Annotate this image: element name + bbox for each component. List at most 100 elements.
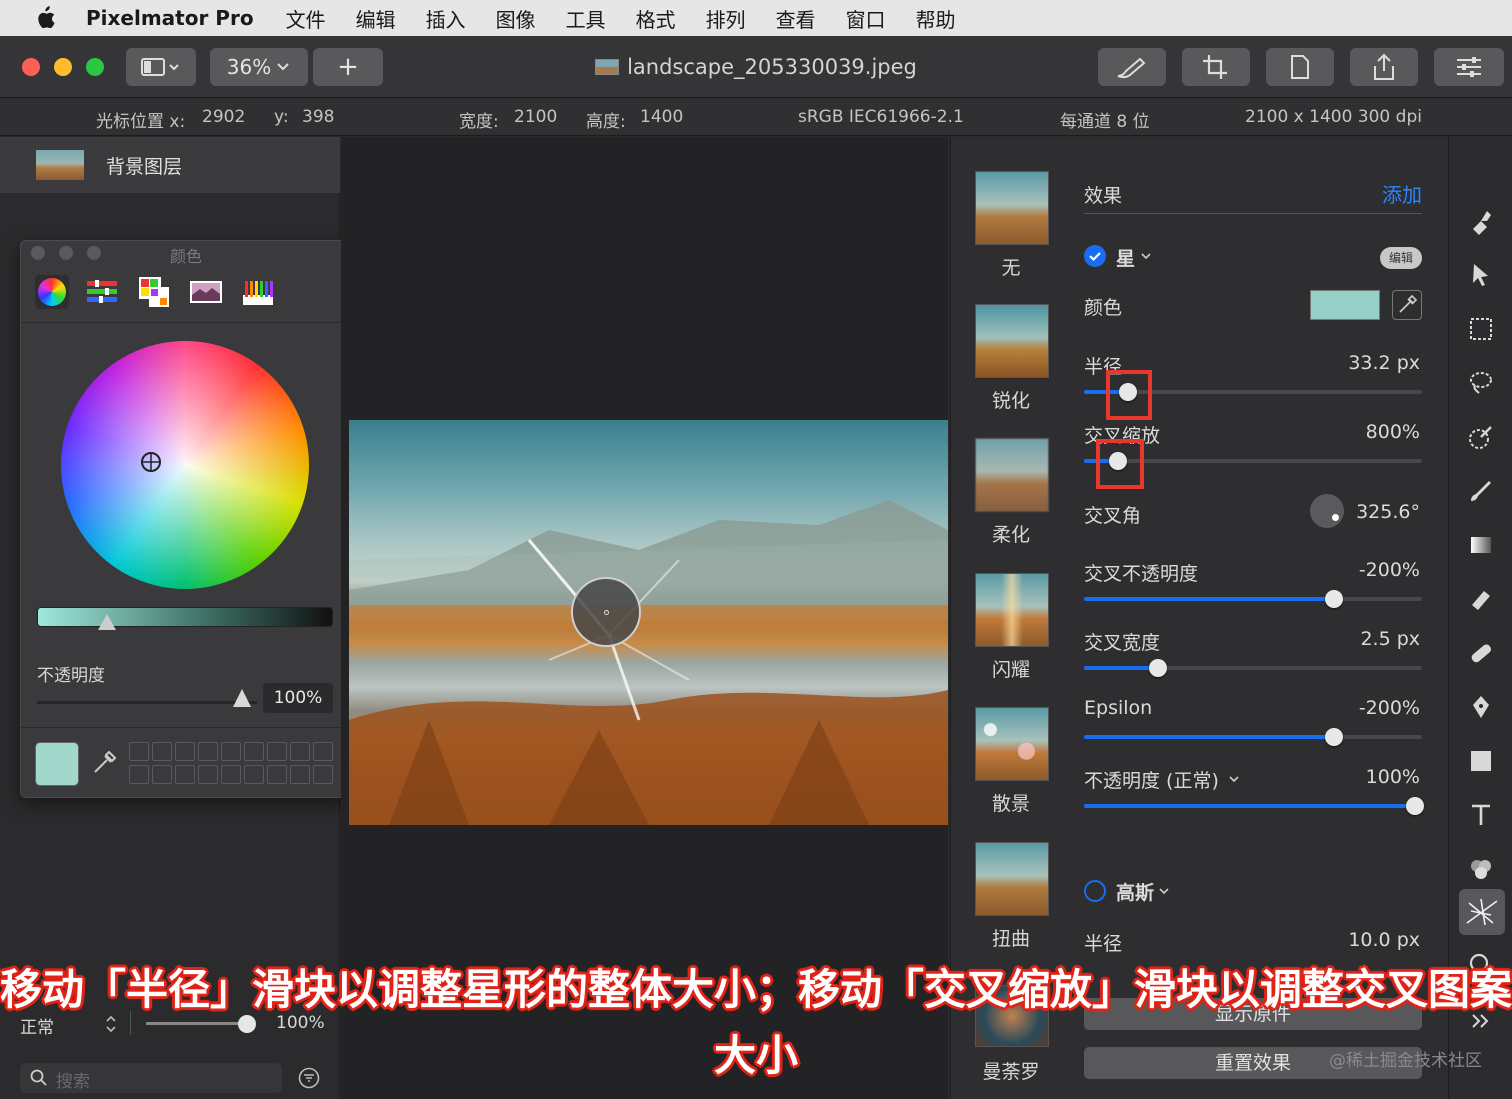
menu-edit[interactable]: 编辑 <box>356 4 396 33</box>
cross-opacity-slider[interactable] <box>1084 590 1422 608</box>
menu-arrange[interactable]: 排列 <box>706 4 746 33</box>
menu-image[interactable]: 图像 <box>496 4 536 33</box>
canvas-area[interactable] <box>341 137 948 1099</box>
menu-format[interactable]: 格式 <box>636 4 676 33</box>
color-window-titlebar[interactable]: 颜色 <box>21 241 349 266</box>
bandage-retouch-icon[interactable] <box>1467 639 1495 667</box>
saved-swatch-slot[interactable] <box>129 742 149 761</box>
chevron-down-icon[interactable] <box>1158 886 1170 896</box>
effect-thumb-sharpen[interactable] <box>975 304 1049 378</box>
color-adjust-icon[interactable] <box>1467 855 1495 883</box>
epsilon-slider[interactable] <box>1084 728 1422 746</box>
app-menu[interactable]: Pixelmator Pro <box>86 6 254 30</box>
saved-swatch-slot[interactable] <box>313 765 333 784</box>
gaussian-effect-name[interactable]: 高斯 <box>1116 878 1154 905</box>
eyedropper-icon[interactable] <box>89 748 119 778</box>
effect-opacity-slider[interactable] <box>1084 797 1424 815</box>
cross-width-slider[interactable] <box>1084 659 1422 677</box>
brush-tool-button[interactable] <box>1098 48 1166 86</box>
tab-crayons[interactable] <box>241 275 275 309</box>
saved-swatch-slot[interactable] <box>221 765 241 784</box>
saved-swatch-slot[interactable] <box>198 765 218 784</box>
text-tool-icon[interactable] <box>1467 801 1495 829</box>
menu-view[interactable]: 查看 <box>776 4 816 33</box>
effects-tool-button[interactable] <box>1459 889 1505 935</box>
cross-angle-dial[interactable] <box>1310 494 1344 528</box>
saved-swatch-slot[interactable] <box>152 742 172 761</box>
gaussian-enable-checkbox[interactable] <box>1084 880 1106 902</box>
effect-thumb-soften[interactable] <box>975 438 1049 512</box>
menu-help[interactable]: 帮助 <box>916 4 956 33</box>
edit-effect-button[interactable]: 编辑 <box>1380 247 1422 269</box>
arrange-cursor-icon[interactable] <box>1467 261 1495 289</box>
rectangle-select-icon[interactable] <box>1467 315 1495 343</box>
menu-file[interactable]: 文件 <box>286 4 326 33</box>
sidebar-toggle-button[interactable] <box>126 48 196 86</box>
saved-swatch-slot[interactable] <box>175 765 195 784</box>
zoom-window-button[interactable] <box>86 58 104 76</box>
eraser-icon[interactable] <box>1467 585 1495 613</box>
add-effect-button[interactable]: 添加 <box>1382 179 1422 208</box>
star-effect-name[interactable]: 星 <box>1116 244 1135 271</box>
cross-opacity-slider-knob[interactable] <box>1325 590 1343 608</box>
chevron-down-icon[interactable] <box>1140 251 1152 261</box>
star-effect-handle[interactable] <box>571 577 641 647</box>
star-color-well[interactable] <box>1310 290 1380 320</box>
star-color-eyedropper-button[interactable] <box>1392 290 1422 320</box>
current-color-swatch[interactable] <box>35 742 79 786</box>
close-window-button[interactable] <box>22 58 40 76</box>
effect-thumb-bokeh[interactable] <box>975 707 1049 781</box>
lasso-select-icon[interactable] <box>1467 369 1495 397</box>
star-enable-checkbox[interactable] <box>1084 245 1106 267</box>
shape-rectangle-icon[interactable] <box>1467 747 1495 775</box>
paint-brush-icon[interactable] <box>1467 477 1495 505</box>
tab-image-palette[interactable] <box>189 275 223 309</box>
effect-opacity-label[interactable]: 不透明度 (正常) <box>1084 766 1219 793</box>
chevron-down-icon[interactable] <box>1228 774 1240 784</box>
saved-swatch-slot[interactable] <box>290 742 310 761</box>
tab-color-wheel[interactable] <box>35 275 69 309</box>
opacity-value-field[interactable]: 100% <box>263 683 333 713</box>
saved-swatch-slot[interactable] <box>313 742 333 761</box>
crosshair-icon[interactable] <box>141 452 161 472</box>
epsilon-slider-knob[interactable] <box>1325 728 1343 746</box>
menu-insert[interactable]: 插入 <box>426 4 466 33</box>
effect-thumb-distort[interactable] <box>975 842 1049 916</box>
tab-color-sliders[interactable] <box>85 275 119 309</box>
minimize-window-button[interactable] <box>54 58 72 76</box>
saved-swatch-slot[interactable] <box>152 765 172 784</box>
adjustments-button[interactable] <box>1434 48 1504 86</box>
saved-swatch-slot[interactable] <box>129 765 149 784</box>
menu-window[interactable]: 窗口 <box>846 4 886 33</box>
color-wheel[interactable] <box>61 341 309 589</box>
menu-tools[interactable]: 工具 <box>566 4 606 33</box>
opacity-slider[interactable] <box>37 701 257 704</box>
gradient-fill-icon[interactable] <box>1467 531 1495 559</box>
quick-select-icon[interactable] <box>1467 423 1495 451</box>
saved-swatch-slot[interactable] <box>244 742 264 761</box>
saved-swatch-slot[interactable] <box>267 742 287 761</box>
pen-tool-icon[interactable] <box>1467 693 1495 721</box>
brightness-slider-thumb[interactable] <box>98 614 116 630</box>
apple-icon[interactable] <box>34 6 56 30</box>
saved-swatch-slot[interactable] <box>290 765 310 784</box>
crop-tool-button[interactable] <box>1182 48 1250 86</box>
effect-opacity-slider-knob[interactable] <box>1406 797 1424 815</box>
layer-row[interactable]: 背景图层 <box>0 137 340 193</box>
document-button[interactable] <box>1266 48 1334 86</box>
style-tool-icon[interactable] <box>1467 207 1495 235</box>
effect-thumb-glow[interactable] <box>975 573 1049 647</box>
saved-swatch-slot[interactable] <box>175 742 195 761</box>
opacity-slider-thumb[interactable] <box>233 689 251 707</box>
brightness-slider[interactable] <box>37 607 333 630</box>
tab-color-palettes[interactable] <box>137 275 171 309</box>
effect-thumb-none[interactable] <box>975 171 1049 245</box>
share-button[interactable] <box>1350 48 1418 86</box>
add-button[interactable]: + <box>313 48 383 86</box>
saved-swatch-slot[interactable] <box>198 742 218 761</box>
cross-width-slider-knob[interactable] <box>1149 659 1167 677</box>
zoom-select[interactable]: 36% <box>210 48 308 86</box>
saved-swatch-slot[interactable] <box>267 765 287 784</box>
saved-swatch-slot[interactable] <box>221 742 241 761</box>
saved-swatch-slot[interactable] <box>244 765 264 784</box>
